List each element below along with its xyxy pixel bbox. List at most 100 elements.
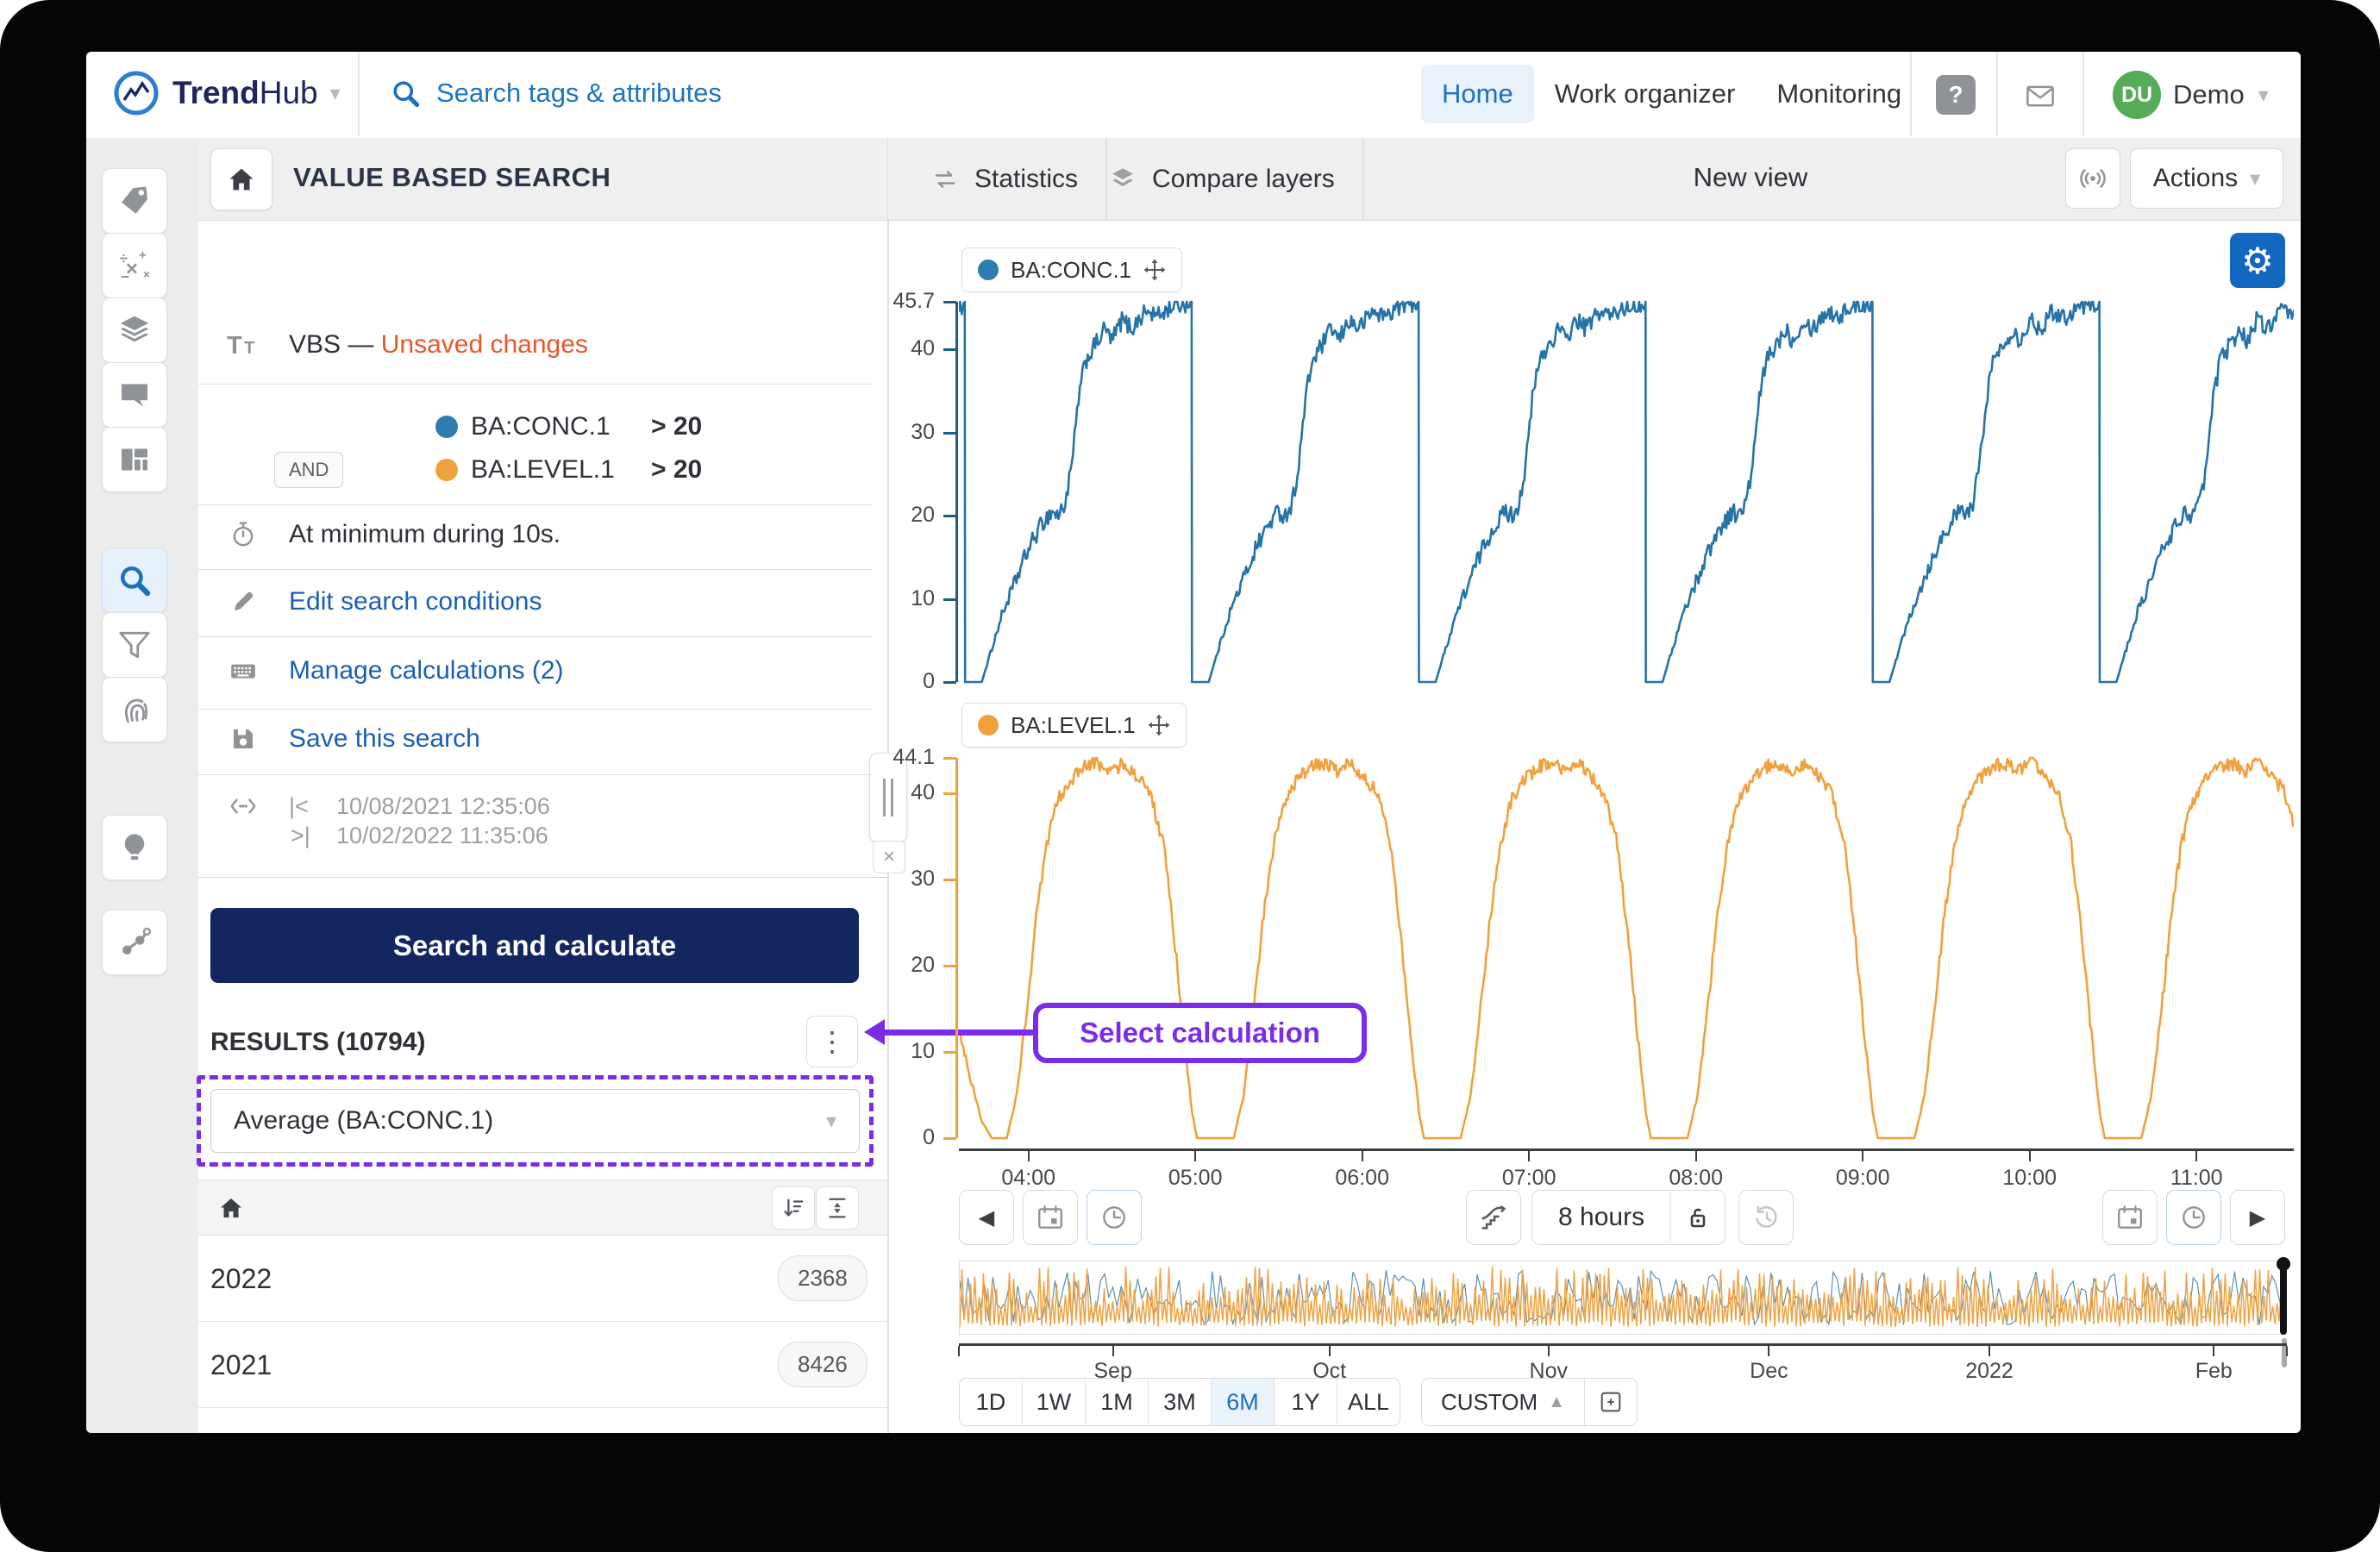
clock-start-button[interactable] [1087,1190,1142,1245]
zoom-preset-all[interactable]: ALL [1337,1379,1400,1425]
clock-end-button[interactable] [2166,1190,2221,1245]
zoom-preset-1m[interactable]: 1M [1085,1379,1148,1425]
history-button[interactable] [1738,1190,1794,1245]
legend-chip-ba-level1[interactable]: BA:LEVEL.1 [961,703,1187,748]
sidebar-item-filter[interactable] [102,612,167,678]
statistics-button[interactable]: Statistics [902,138,1107,220]
view-title: New view [1406,162,2095,193]
home-icon[interactable] [217,1194,245,1222]
brand[interactable]: TrendHub ▾ [112,69,341,117]
help-icon[interactable]: ? [1936,75,1976,115]
calendar-end-button[interactable] [2102,1190,2158,1245]
time-window-label[interactable]: 8 hours [1532,1203,1670,1232]
chart-settings-button[interactable]: ⚙ [2230,233,2285,288]
nav-monitoring[interactable]: Monitoring [1756,65,1922,123]
mail-icon[interactable] [2025,80,2056,111]
y-axis-tick-label: 44.1 [811,745,935,770]
lock-window-button[interactable] [1670,1191,1725,1244]
zoom-preset-1w[interactable]: 1W [1022,1379,1085,1425]
sidebar-item-formulas[interactable]: ÷+ ×− × [102,233,167,298]
time-tick [1362,1151,1363,1161]
calendar-start-button[interactable] [1023,1190,1078,1245]
panel-home-button[interactable] [210,148,272,210]
manage-calculations-link[interactable]: Manage calculations (2) [289,656,564,685]
live-mode-button[interactable] [2065,148,2120,209]
brand-light: Hub [260,75,318,110]
brand-name: TrendHub [172,75,318,111]
y-axis-tick-label: 10 [811,586,935,611]
sidebar-item-layers[interactable] [102,297,167,363]
trend-chart-ba-level1[interactable] [959,750,2294,1145]
chart-mode-button[interactable] [1466,1190,1521,1245]
y-axis-tick [943,757,956,760]
overview-scrollbar[interactable] [2280,1261,2287,1335]
edit-search-conditions-link[interactable]: Edit search conditions [289,587,542,616]
global-search[interactable]: Search tags & attributes [390,78,722,109]
sort-button[interactable] [772,1186,815,1230]
funnel-icon [117,628,152,662]
compare-layers-icon [1107,165,1138,194]
header-divider [1996,52,1998,136]
workspace-toolbar: Statistics Compare layers New view Actio… [888,138,2301,221]
condition-threshold: > 20 [651,412,702,441]
calculation-select[interactable]: Average (BA:CONC.1) ▾ [210,1089,860,1153]
fit-range-button[interactable] [1584,1379,1637,1425]
sidebar-item-fingerprint[interactable] [102,677,167,742]
y-axis-tick [943,598,956,601]
result-year: 2021 [210,1349,272,1381]
save-this-search-link[interactable]: Save this search [289,724,480,754]
y-axis-tick [943,1137,956,1140]
time-tick-label: 08:00 [1644,1166,1748,1191]
nav-home[interactable]: Home [1421,65,1534,123]
user-menu[interactable]: Demo ▾ [2173,79,2269,110]
condition-row-2: AND BA:LEVEL.1 > 20 [198,451,873,489]
y-axis-tick [943,681,956,684]
manage-calculations-row[interactable]: Manage calculations (2) [198,652,873,690]
time-axis-line [959,1148,2294,1151]
compare-layers-button[interactable]: Compare layers [1080,138,1364,220]
month-tick [1329,1346,1331,1356]
time-range-icon [226,792,260,821]
edit-conditions-row[interactable]: Edit search conditions [198,583,873,621]
legend-chip-ba-conc1[interactable]: BA:CONC.1 [961,247,1182,292]
pan-left-button[interactable]: ◀ [959,1190,1014,1245]
nav-work-organizer[interactable]: Work organizer [1534,65,1757,123]
sidebar-item-dashboard[interactable] [102,427,167,492]
time-tick [1862,1151,1863,1161]
value-based-search-panel: VALUE BASED SEARCH TT VBS — Unsaved chan… [198,138,888,1433]
collapse-all-button[interactable] [816,1186,859,1230]
y-axis-tick-label: 20 [811,503,935,528]
sidebar-item-search[interactable] [102,548,167,613]
zoom-preset-6m[interactable]: 6M [1211,1379,1274,1425]
sidebar-item-comments[interactable] [102,362,167,428]
jump-start-icon[interactable]: |< [289,793,309,820]
sidebar-item-tags[interactable] [102,168,167,234]
move-icon[interactable] [1148,714,1170,736]
time-tick-label: 07:00 [1477,1166,1581,1191]
zoom-preset-3m[interactable]: 3M [1148,1379,1211,1425]
move-icon[interactable] [1143,259,1166,281]
y-axis-tick-label: 45.7 [811,289,935,314]
brand-chevron-down-icon[interactable]: ▾ [330,81,341,106]
y-axis-tick [943,965,956,967]
time-tick-label: 04:00 [977,1166,1080,1191]
lightbulb-icon [117,830,152,865]
condition-tag: BA:CONC.1 [471,412,611,441]
save-search-row[interactable]: Save this search [198,720,873,758]
rename-icon[interactable]: TT [226,330,260,360]
zoom-preset-1y[interactable]: 1Y [1274,1379,1337,1425]
pan-right-button[interactable]: ▶ [2230,1190,2285,1245]
jump-end-icon[interactable]: >| [291,823,310,849]
actions-button[interactable]: Actions ▾ [2130,148,2283,209]
month-tick [1112,1346,1114,1356]
overview-strip[interactable] [959,1261,2287,1335]
panel-title: VALUE BASED SEARCH [293,162,611,193]
sidebar-item-recommendations[interactable] [102,815,167,880]
custom-range-button[interactable]: CUSTOM ▲ [1422,1389,1584,1416]
zoom-preset-1d[interactable]: 1D [960,1379,1022,1425]
search-and-calculate-button[interactable]: Search and calculate [210,908,859,983]
sidebar-item-context[interactable] [102,910,167,975]
avatar[interactable]: DU [2113,71,2161,119]
trend-chart-ba-conc1[interactable] [959,293,2294,686]
graph-nodes-icon [117,925,152,960]
